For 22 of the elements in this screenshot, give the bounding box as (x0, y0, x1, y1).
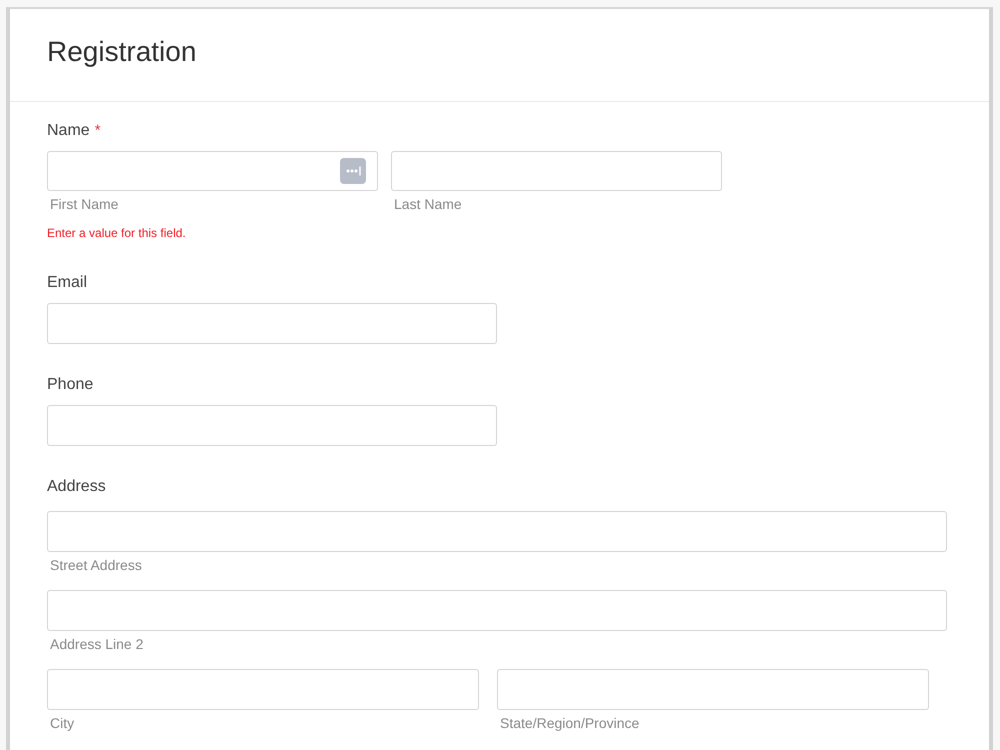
field-label: Name (47, 121, 90, 141)
field-caption: Last Name (393, 195, 462, 213)
field-caption: State/Region/Province (499, 714, 640, 732)
required-asterisk: * (94, 121, 101, 141)
ellipsis-icon[interactable] (340, 158, 366, 184)
field-caption: First Name (49, 195, 118, 213)
text-field[interactable] (47, 405, 497, 446)
form-title: Registration (47, 35, 196, 69)
field-caption: Street Address (49, 556, 142, 574)
field-label: Email (47, 273, 88, 293)
text-field[interactable] (391, 151, 722, 191)
text-field[interactable] (47, 669, 479, 710)
field-caption: City (49, 714, 74, 732)
text-field[interactable] (497, 669, 929, 710)
field-label: Address (47, 477, 106, 497)
text-field[interactable] (47, 590, 947, 631)
field-caption: Address Line 2 (49, 635, 144, 653)
error-message: Enter a value for this field. (47, 225, 186, 241)
text-field[interactable] (47, 511, 947, 552)
text-field[interactable] (47, 303, 497, 344)
field-label: Phone (47, 375, 94, 395)
text-field[interactable] (47, 151, 378, 191)
